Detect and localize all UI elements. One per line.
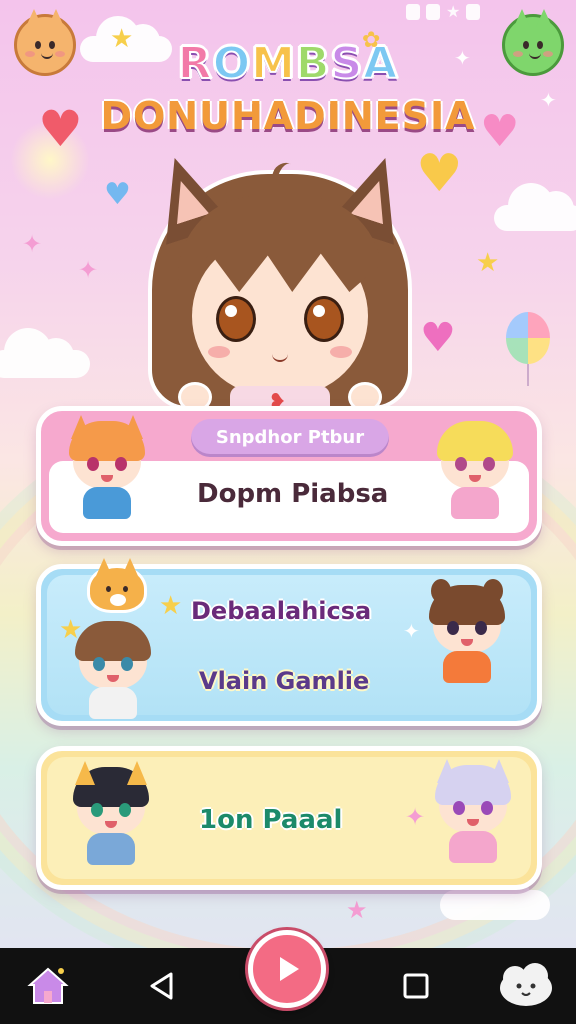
star-icon: ★ bbox=[476, 248, 500, 278]
character-hair bbox=[437, 421, 513, 461]
menu-card-tag: Snpdhor Ptbur bbox=[191, 419, 389, 457]
blonde-girl-character bbox=[433, 421, 517, 521]
menu-card-1[interactable]: Snpdhor Ptbur Dopm Piabsa bbox=[36, 406, 542, 546]
cloud-decoration bbox=[0, 328, 90, 378]
character-eye bbox=[115, 457, 127, 471]
heroine-blush bbox=[208, 346, 230, 358]
balloon-icon bbox=[506, 312, 550, 386]
recents-button[interactable] bbox=[392, 962, 440, 1010]
heroine-eye bbox=[216, 296, 256, 342]
back-button[interactable] bbox=[138, 964, 186, 1008]
character-body bbox=[87, 833, 135, 865]
logo-bow-icon: ✿ bbox=[362, 28, 381, 53]
character-eye bbox=[119, 803, 131, 817]
brown-hair-girl-character bbox=[71, 621, 155, 721]
character-ear bbox=[431, 579, 451, 603]
menu-card-2[interactable]: Debaalahicsa Vlain Gamlie ★ ★ ✦ bbox=[36, 558, 542, 726]
star-icon: ★ bbox=[59, 615, 83, 645]
status-icon bbox=[466, 4, 481, 20]
character-body bbox=[451, 487, 499, 519]
menu-card-3[interactable]: 1on Paaal ✦ bbox=[36, 746, 542, 890]
pet-menu-button[interactable] bbox=[496, 956, 556, 1012]
character-body bbox=[83, 487, 131, 519]
cat-ear bbox=[25, 9, 43, 29]
menu-card-label: Dopm Piabsa bbox=[197, 479, 389, 509]
game-logo-title: ROMBSA bbox=[177, 37, 399, 90]
character-eye bbox=[475, 621, 487, 635]
menu-card-label: 1on Paaal bbox=[199, 805, 343, 835]
game-stage: ★ ♥ ♥ ♥ ♥ ♥ ✦ ✦ ★ ✦ ✦ ★ ★ ROMBSA ✿ DONUH… bbox=[0, 0, 576, 948]
status-icon bbox=[406, 4, 420, 20]
character-eye bbox=[91, 803, 103, 817]
home-icon bbox=[27, 967, 69, 1004]
sparkle-icon: ✦ bbox=[78, 256, 99, 284]
character-eye bbox=[481, 801, 493, 815]
character-eye bbox=[453, 801, 465, 815]
home-button[interactable] bbox=[22, 960, 74, 1012]
sparkle-icon: ✦ bbox=[405, 803, 426, 831]
sparkle-icon: ✦ bbox=[403, 619, 420, 643]
cat-ear bbox=[47, 9, 65, 29]
character-eye bbox=[483, 457, 495, 471]
star-icon: ★ bbox=[159, 591, 183, 621]
cloud-pet-icon bbox=[500, 963, 552, 1006]
fox-girl-character bbox=[65, 415, 149, 521]
star-icon: ★ bbox=[346, 896, 368, 924]
frog-ear bbox=[513, 9, 531, 29]
character-body bbox=[449, 831, 497, 863]
silver-hair-girl-character bbox=[431, 759, 515, 865]
character-eye bbox=[87, 457, 99, 471]
star-status-icon: ★ bbox=[446, 2, 461, 21]
character-body bbox=[443, 651, 491, 683]
menu-card-title: Debaalahicsa bbox=[191, 597, 372, 625]
bear-boy-character bbox=[425, 579, 509, 685]
heroine-character: ❥ bbox=[130, 110, 430, 420]
menu-card-subtitle: Vlain Gamlie bbox=[199, 667, 370, 695]
dog-snout bbox=[110, 594, 126, 606]
play-button[interactable] bbox=[248, 930, 326, 1008]
back-triangle-icon bbox=[150, 972, 173, 1000]
character-body bbox=[89, 687, 137, 719]
dog-pet-character bbox=[87, 558, 147, 613]
character-eye bbox=[455, 457, 467, 471]
heroine-blush bbox=[330, 346, 352, 358]
cloud-decoration bbox=[494, 183, 576, 231]
heroine-eye bbox=[304, 296, 344, 342]
sparkle-icon: ✦ bbox=[22, 230, 43, 258]
frog-ear bbox=[535, 9, 553, 29]
black-hair-girl-character bbox=[69, 761, 153, 867]
heart-icon: ♥ bbox=[104, 177, 131, 212]
character-eye bbox=[447, 621, 459, 635]
cloud-decoration bbox=[440, 866, 550, 920]
character-eye bbox=[93, 657, 105, 671]
status-icon bbox=[426, 4, 440, 20]
dog-eye bbox=[123, 586, 128, 592]
play-icon bbox=[280, 957, 299, 981]
dog-eye bbox=[106, 586, 111, 592]
status-icons: ★ bbox=[406, 2, 481, 21]
character-eye bbox=[121, 657, 133, 671]
character-hair bbox=[75, 621, 151, 661]
square-icon bbox=[403, 973, 429, 999]
character-ear bbox=[483, 579, 503, 603]
